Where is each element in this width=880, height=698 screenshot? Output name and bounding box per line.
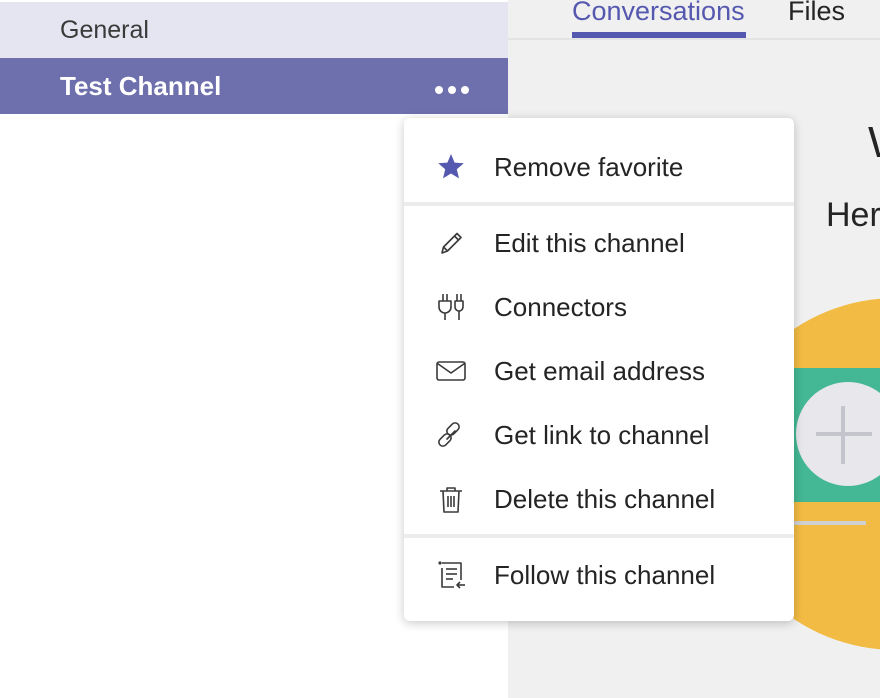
tab-conversations[interactable]: Conversations [572, 0, 745, 27]
follow-icon [434, 558, 468, 592]
channel-item-general[interactable]: General [0, 2, 508, 58]
menu-item-edit-channel[interactable]: Edit this channel [404, 214, 794, 270]
welcome-subtitle: Her [826, 196, 880, 234]
channel-item-test-channel[interactable]: Test Channel [0, 58, 508, 114]
more-horizontal-icon [435, 86, 443, 94]
channel-label: General [60, 16, 149, 44]
menu-item-connectors[interactable]: Connectors [404, 278, 794, 334]
envelope-icon [434, 354, 468, 388]
menu-item-get-email[interactable]: Get email address [404, 342, 794, 398]
more-horizontal-icon-dot [461, 86, 469, 94]
menu-item-follow-channel[interactable]: Follow this channel [404, 546, 794, 602]
tab-bar: Conversations Files [508, 0, 880, 40]
more-horizontal-icon-dot [448, 86, 456, 94]
menu-item-label: Follow this channel [494, 560, 716, 590]
menu-item-remove-favorite[interactable]: Remove favorite [404, 138, 794, 194]
active-tab-indicator [572, 32, 746, 38]
menu-item-label: Remove favorite [494, 152, 684, 182]
trash-icon [434, 482, 468, 516]
menu-item-label: Connectors [494, 292, 627, 322]
menu-item-label: Get link to channel [494, 420, 710, 450]
more-options-button[interactable] [432, 80, 472, 100]
link-icon [434, 418, 468, 452]
menu-item-label: Edit this channel [494, 228, 685, 258]
channel-label: Test Channel [60, 71, 222, 101]
menu-item-label: Get email address [494, 356, 705, 386]
illustration-line [790, 521, 866, 525]
menu-item-get-link[interactable]: Get link to channel [404, 406, 794, 462]
star-icon [434, 150, 468, 184]
plus-icon-stroke [841, 406, 845, 464]
menu-divider [404, 202, 794, 206]
welcome-heading: W [868, 118, 880, 168]
channel-context-menu: Remove favorite Edit this channel Connec… [404, 118, 794, 621]
menu-item-delete-channel[interactable]: Delete this channel [404, 470, 794, 526]
pencil-icon [434, 226, 468, 260]
connectors-icon [434, 290, 468, 324]
menu-item-label: Delete this channel [494, 484, 716, 514]
tab-files[interactable]: Files [788, 0, 845, 27]
menu-divider [404, 534, 794, 538]
